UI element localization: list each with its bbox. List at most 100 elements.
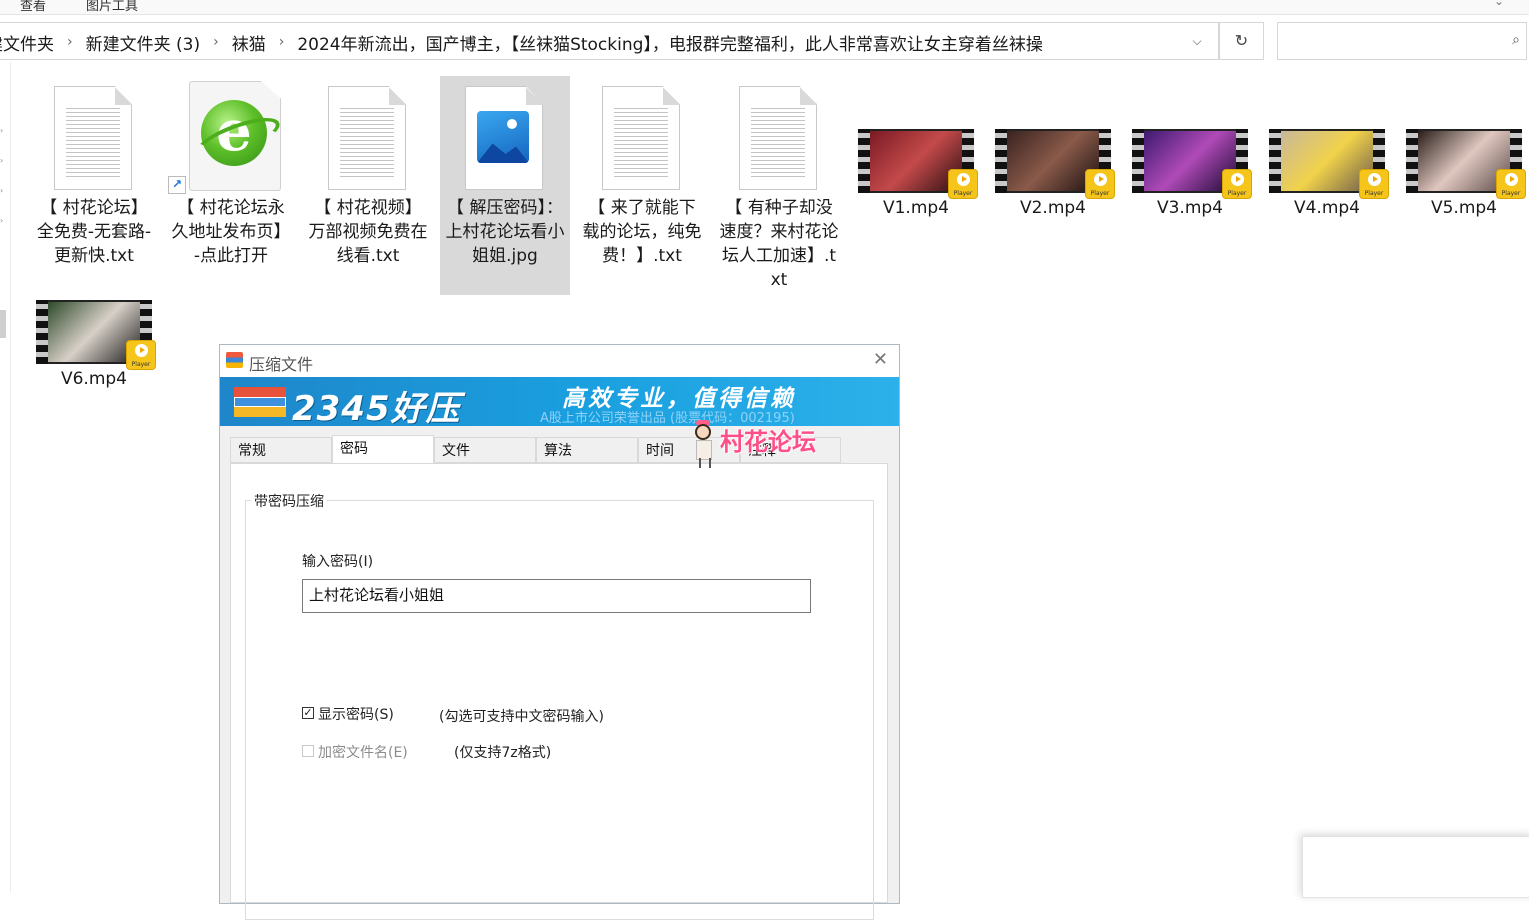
logo-layer [234, 397, 286, 407]
girl-head [695, 424, 711, 440]
player-label: Player [1227, 190, 1247, 197]
girl-body [696, 440, 712, 460]
video-item[interactable]: Player V4.mp4 [1269, 129, 1389, 229]
page-fold [115, 86, 132, 105]
password-input[interactable]: 上村花论坛看小姐姐 [302, 579, 811, 613]
tab-password[interactable]: 密码 [332, 435, 434, 464]
film-strip-left [858, 129, 870, 193]
player-badge-icon: Player [1222, 169, 1252, 199]
file-item[interactable]: 【 村花视频】万部视频免费在线看.txt [303, 76, 433, 295]
file-name: 【 村花论坛】全免费-无套路-更新快.txt [36, 198, 152, 266]
archive-logo-icon [234, 387, 286, 417]
file-name: V3.mp4 [1156, 198, 1224, 218]
play-icon [1231, 173, 1244, 186]
page-fold [663, 86, 680, 105]
player-label: Player [1364, 190, 1384, 197]
player-label: Player [953, 190, 973, 197]
video-item[interactable]: Player V5.mp4 [1406, 129, 1526, 229]
tab-files[interactable]: 文件 [434, 437, 536, 463]
film-strip-left [995, 129, 1007, 193]
ribbon-tab-view[interactable]: 查看 [20, 0, 46, 14]
group-title: 带密码压缩 [251, 491, 327, 511]
video-thumbnail: Player [1269, 129, 1389, 199]
encrypt-filenames-label[interactable]: 加密文件名(E) [318, 742, 408, 762]
brand-banner: 2345好压 高效专业，值得信赖 A股上市公司荣誉出品 (股票代码：002195… [220, 377, 899, 426]
file-item[interactable]: 【 村花论坛】全免费-无套路-更新快.txt [29, 76, 159, 295]
text-lines [751, 108, 805, 178]
file-name: 【 解压密码】：上村花论坛看小姐姐.jpg [445, 198, 565, 266]
chevron-down-icon[interactable]: ⌵ [1185, 31, 1209, 51]
encrypt-filenames-checkbox[interactable] [302, 745, 314, 757]
file-name: V5.mp4 [1430, 198, 1498, 218]
video-thumbnail: Player [858, 129, 978, 199]
file-name: V1.mp4 [882, 198, 950, 218]
close-icon[interactable]: ✕ [873, 349, 888, 370]
ribbon-tab-picture-tools[interactable]: 图片工具 [86, 0, 138, 14]
player-label: Player [1501, 190, 1521, 197]
player-label: Player [131, 361, 151, 368]
play-icon [957, 173, 970, 186]
show-password-checkbox[interactable]: ✓ [302, 707, 314, 719]
file-item[interactable]: 【 来了就能下载的论坛，纯免费！】.txt [577, 76, 707, 295]
chevron-right-icon[interactable]: › [0, 186, 5, 195]
player-badge-icon: Player [126, 340, 156, 370]
play-icon [135, 344, 148, 357]
search-box[interactable]: ⌕ [1277, 22, 1527, 60]
video-thumbnail: Player [995, 129, 1115, 199]
video-thumbnail: Player [1406, 129, 1526, 199]
text-lines [614, 108, 668, 178]
picture-mountain [477, 143, 529, 163]
video-item[interactable]: Player V6.mp4 [36, 300, 156, 400]
breadcrumb-item[interactable]: 新建文件夹 (3) [86, 30, 200, 55]
chevron-right-icon[interactable]: › [67, 34, 73, 50]
search-icon[interactable]: ⌕ [1512, 32, 1520, 48]
picture-sun [507, 119, 517, 129]
encrypt-filenames-note: (仅支持7z格式) [454, 745, 552, 761]
show-password-note: (勾选可支持中文密码输入) [439, 709, 604, 725]
film-strip-left [1132, 129, 1144, 193]
chevron-right-icon[interactable]: › [279, 34, 285, 50]
chevron-right-icon[interactable]: › [213, 34, 219, 50]
refresh-icon: ↻ [1234, 31, 1249, 50]
file-item[interactable]: 【 有种子却没速度？来村花论坛人工加速】.txt [714, 76, 844, 295]
logo-layer [234, 387, 286, 397]
film-strip-left [1269, 129, 1281, 193]
file-name: 【 有种子却没速度？来村花论坛人工加速】.txt [719, 198, 839, 290]
video-thumbnail: Player [36, 300, 156, 370]
show-password-label[interactable]: 显示密码(S) [318, 704, 394, 724]
file-item-selected[interactable]: 【 解压密码】：上村花论坛看小姐姐.jpg [440, 76, 570, 295]
file-item[interactable]: e ↗ 【 村花论坛永久地址发布页】-点此打开 [166, 76, 296, 295]
video-item[interactable]: Player V2.mp4 [995, 129, 1115, 229]
shortcut-arrow-icon: ↗ [168, 176, 186, 194]
video-item[interactable]: Player V1.mp4 [858, 129, 978, 229]
cartoon-girl-icon [690, 420, 716, 470]
ribbon-collapse-icon[interactable]: ⌄ [1494, 0, 1504, 8]
tab-general[interactable]: 常规 [230, 437, 332, 463]
refresh-button[interactable]: ↻ [1219, 22, 1264, 60]
file-name: 【 村花视频】万部视频免费在线看.txt [308, 198, 428, 266]
file-name: V2.mp4 [1019, 198, 1087, 218]
logo-layer [234, 407, 286, 417]
video-item[interactable]: Player V3.mp4 [1132, 129, 1252, 229]
chevron-right-icon[interactable]: › [0, 216, 5, 225]
breadcrumb-item[interactable]: 建文件夹 [0, 30, 54, 55]
file-name: 【 来了就能下载的论坛，纯免费！】.txt [582, 198, 702, 266]
chevron-right-icon[interactable]: › [0, 126, 5, 135]
player-badge-icon: Player [948, 169, 978, 199]
breadcrumb-item-current[interactable]: 2024年新流出，国产博主，【丝袜猫Stocking】，电报群完整福利，此人非常… [297, 30, 1043, 55]
breadcrumb-item[interactable]: 袜猫 [232, 30, 266, 55]
notification-popup[interactable] [1302, 836, 1529, 898]
page-fold [526, 86, 543, 105]
film-strip-left [36, 300, 48, 364]
address-bar[interactable]: 建文件夹 › 新建文件夹 (3) › 袜猫 › 2024年新流出，国产博主，【丝… [0, 22, 1219, 60]
player-badge-icon: Player [1359, 169, 1389, 199]
play-icon [1368, 173, 1381, 186]
text-lines [340, 108, 394, 178]
archive-app-icon [226, 352, 243, 368]
chevron-right-icon[interactable]: › [0, 156, 5, 165]
file-name: 【 村花论坛永久地址发布页】-点此打开 [171, 198, 291, 266]
film-strip-left [1406, 129, 1418, 193]
dialog-titlebar[interactable]: 压缩文件 ✕ [220, 345, 899, 377]
page-fold [389, 86, 406, 105]
tab-algorithm[interactable]: 算法 [536, 437, 638, 463]
